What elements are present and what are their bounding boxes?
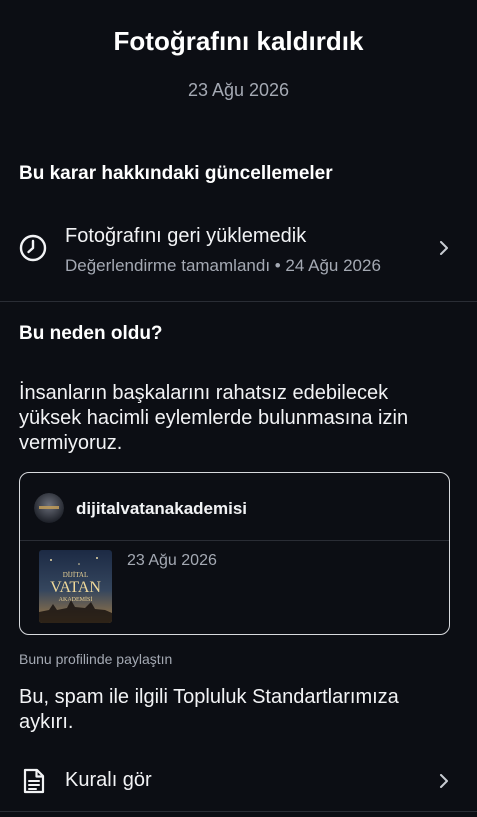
why-heading: Bu neden oldu? xyxy=(19,323,163,344)
clock-icon xyxy=(19,234,47,262)
page-title: Fotoğrafını kaldırdık xyxy=(113,26,364,56)
removed-post-card[interactable]: dijitalvatanakademisi DİJİTAL VATAN AKAD… xyxy=(19,472,450,635)
update-subtitle: Değerlendirme tamamlandı • 24 Ağu 2026 xyxy=(65,256,381,275)
document-icon xyxy=(23,768,45,794)
svg-text:DİJİTAL: DİJİTAL xyxy=(63,571,89,579)
decision-date: 23 Ağu 2026 xyxy=(187,80,290,100)
avatar xyxy=(34,493,64,523)
post-card-header: dijitalvatanakademisi xyxy=(20,473,449,541)
bottom-divider xyxy=(0,811,477,812)
view-rule-label: Kuralı gör xyxy=(65,769,152,791)
decision-update-item[interactable]: Fotoğrafını geri yüklemedik Değerlendirm… xyxy=(0,215,477,295)
chevron-right-icon xyxy=(440,241,448,255)
updates-heading: Bu karar hakkındaki güncellemeler xyxy=(19,163,333,184)
violation-text: Bu, spam ile ilgili Topluluk Standartlar… xyxy=(19,686,399,733)
chevron-right-icon xyxy=(440,774,448,788)
post-thumbnail: DİJİTAL VATAN AKADEMİSİ xyxy=(39,550,112,623)
update-title: Fotoğrafını geri yüklemedik xyxy=(65,225,307,247)
post-date: 23 Ağu 2026 xyxy=(127,552,217,569)
view-rule-button[interactable]: Kuralı gör xyxy=(0,755,477,807)
section-divider xyxy=(0,301,477,302)
post-account-name: dijitalvatanakademisi xyxy=(76,499,248,518)
svg-text:VATAN: VATAN xyxy=(50,579,101,596)
svg-text:AKADEMİSİ: AKADEMİSİ xyxy=(59,596,93,603)
reason-text: İnsanların başkalarını rahatsız edebilec… xyxy=(19,382,409,454)
shared-note: Bunu profilinde paylaştın xyxy=(19,651,173,667)
